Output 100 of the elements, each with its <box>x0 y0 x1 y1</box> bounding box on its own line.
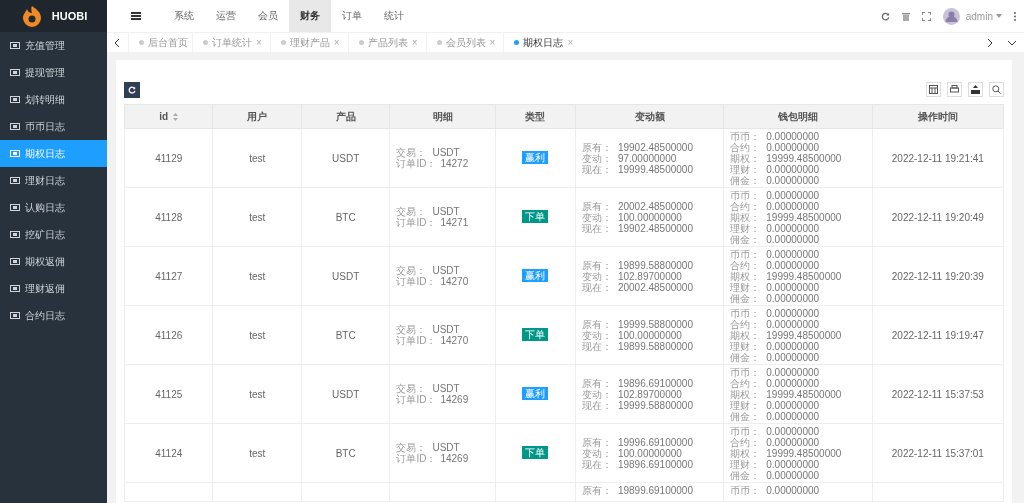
fullscreen-icon[interactable] <box>921 11 931 21</box>
column-header[interactable]: 变动额 <box>575 104 724 129</box>
search-button[interactable] <box>989 82 1004 97</box>
field-value: 100.00000000 <box>617 329 682 341</box>
field-label: 合约： <box>730 141 762 153</box>
sidebar-item[interactable]: 理财日志 <box>0 167 107 194</box>
column-header[interactable]: 明细 <box>389 104 496 129</box>
page-tab[interactable]: 期权日志 <box>503 33 568 52</box>
field-value: 19899.69100000 <box>617 485 693 496</box>
field-label: 币币： <box>730 425 762 437</box>
search-icon <box>992 85 1001 94</box>
field-value: 19896.69100000 <box>617 458 693 470</box>
chevron-right-icon[interactable] <box>987 38 992 47</box>
field-label: 原有： <box>581 485 613 496</box>
field-value: USDT <box>432 442 460 453</box>
table-cell: BTC <box>335 211 356 223</box>
sidebar-item[interactable]: 认购日志 <box>0 194 107 221</box>
top-nav-item[interactable]: 订单 <box>331 0 373 32</box>
column-header[interactable]: 类型 <box>495 104 576 129</box>
sidebar-item[interactable]: 期权返佣 <box>0 248 107 275</box>
print-button[interactable] <box>947 82 962 97</box>
refresh-icon[interactable] <box>880 11 890 21</box>
top-nav-item[interactable]: 运营 <box>205 0 247 32</box>
field-value: 0.00000000 <box>766 292 820 304</box>
card-icon <box>10 204 20 211</box>
field-value: 19999.48500000 <box>766 329 842 341</box>
top-nav-item[interactable]: 会员 <box>247 0 289 32</box>
field-label: 币币： <box>730 130 762 142</box>
field-value: 19896.69100000 <box>617 377 693 389</box>
top-nav-item[interactable]: 统计 <box>373 0 415 32</box>
field-label: 期权： <box>730 152 762 164</box>
field-label: 订单ID： <box>396 158 437 169</box>
chevron-down-icon[interactable] <box>1008 40 1016 45</box>
field-label: 期权： <box>730 388 762 400</box>
field-value: 0.00000000 <box>766 259 820 271</box>
field-label: 变动： <box>581 270 613 282</box>
column-header[interactable]: id <box>124 104 213 129</box>
field-value: 0.00000000 <box>766 200 820 212</box>
top-nav-item[interactable]: 财务 <box>289 0 331 32</box>
top-nav-item[interactable]: 系统 <box>163 0 205 32</box>
avatar-icon[interactable] <box>942 7 960 25</box>
field-value: 0.00000000 <box>766 410 820 422</box>
column-header[interactable]: 钱包明细 <box>723 104 873 129</box>
table-cell: BTC <box>335 447 356 459</box>
card-icon <box>10 258 20 265</box>
field-label: 期权： <box>730 270 762 282</box>
brand-name: HUOBI <box>51 10 88 22</box>
field-label: 原有： <box>581 259 613 271</box>
columns-icon <box>929 85 938 94</box>
field-value: 19996.69100000 <box>617 436 693 448</box>
field-label: 理财： <box>730 458 762 470</box>
field-label: 合约： <box>730 377 762 389</box>
field-value: 14270 <box>440 335 469 346</box>
field-value: USDT <box>432 324 460 335</box>
field-label: 期权： <box>730 447 762 459</box>
column-header[interactable]: 操作时间 <box>872 104 1004 129</box>
field-label: 订单ID： <box>396 453 437 464</box>
menu-icon[interactable] <box>131 12 141 20</box>
table-cell: test <box>249 152 266 164</box>
sidebar-item[interactable]: 划转明细 <box>0 86 107 113</box>
field-label: 变动： <box>581 447 613 459</box>
column-header[interactable]: 用户 <box>212 104 302 129</box>
field-label: 佣金： <box>730 292 762 304</box>
table-cell: test <box>249 211 266 223</box>
column-header[interactable]: 产品 <box>301 104 390 129</box>
field-value: 0.00000000 <box>766 351 820 363</box>
sidebar-item[interactable]: 理财返佣 <box>0 275 107 302</box>
table-cell: 41125 <box>155 388 183 400</box>
card-icon <box>10 42 20 49</box>
field-label: 现在： <box>581 458 613 470</box>
table-cell: 41128 <box>155 211 183 223</box>
card-icon <box>10 285 20 292</box>
field-label: 币币： <box>730 189 762 201</box>
field-label: 期权： <box>730 329 762 341</box>
columns-button[interactable] <box>926 82 941 97</box>
table-cell: 2022-12-11 19:20:49 <box>891 211 984 223</box>
caret-down-icon[interactable] <box>996 14 1002 18</box>
field-value: 0.00000000 <box>766 307 820 319</box>
sidebar-item[interactable]: 挖矿日志 <box>0 221 107 248</box>
field-value: 0.00000000 <box>766 130 820 142</box>
field-value: 0.00000000 <box>766 222 820 234</box>
card-icon <box>10 96 20 103</box>
field-value: 20002.48500000 <box>617 200 693 212</box>
card-icon <box>10 177 20 184</box>
field-value: USDT <box>432 147 460 158</box>
chevron-left-icon[interactable] <box>115 38 120 47</box>
sidebar-item[interactable]: 合约日志 <box>0 302 107 329</box>
field-value: 19999.58800000 <box>617 399 693 411</box>
export-button[interactable] <box>968 82 983 97</box>
field-value: USDT <box>432 265 460 276</box>
card-icon <box>10 150 20 157</box>
sidebar-item[interactable]: 充值管理 <box>0 32 107 59</box>
sidebar-item[interactable]: 提现管理 <box>0 59 107 86</box>
sidebar-item[interactable]: 币币日志 <box>0 113 107 140</box>
field-value: 0.00000000 <box>766 174 820 186</box>
field-label: 理财： <box>730 222 762 234</box>
field-label: 佣金： <box>730 174 762 186</box>
trash-icon[interactable] <box>901 11 910 21</box>
refresh-button[interactable] <box>124 82 140 98</box>
field-label: 合约： <box>730 318 762 330</box>
